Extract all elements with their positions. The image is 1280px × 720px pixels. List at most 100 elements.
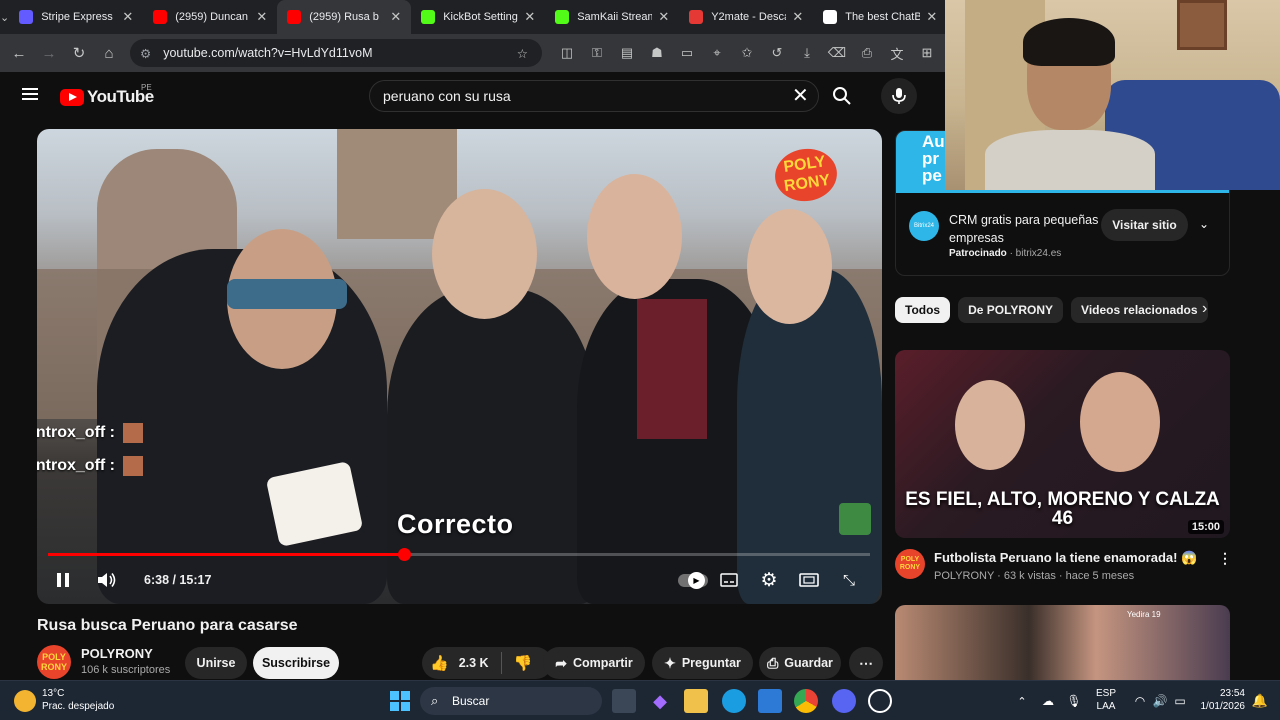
chip-from-channel[interactable]: De POLYRONY (958, 297, 1064, 323)
related-channel-avatar[interactable]: POLY RONY (895, 549, 925, 579)
copilot-icon[interactable]: ◆ (648, 689, 672, 713)
search-input[interactable]: peruano con su rusa (369, 80, 819, 112)
site-info-icon[interactable]: ⚙ (140, 46, 151, 61)
apps-icon[interactable]: ⊞ (912, 45, 942, 61)
edge-icon[interactable] (722, 689, 746, 713)
search-icon (833, 87, 851, 105)
extensions-icon[interactable]: ◫ (552, 45, 582, 61)
tab-search-button[interactable]: ⌄ (0, 0, 9, 34)
menu-icon[interactable] (22, 88, 38, 100)
address-bar[interactable]: ⚙ youtube.com/watch?v=HvLdYd11voM ☆ (130, 39, 542, 67)
visit-site-button[interactable]: Visitar sitio (1101, 209, 1188, 241)
notification-bell-icon[interactable]: 🔔 (1248, 689, 1272, 713)
delete-icon[interactable]: ⌫ (822, 45, 852, 61)
ask-button[interactable]: ✦ Preguntar (652, 647, 753, 679)
weather-widget[interactable]: 13°C Prac. despejado (14, 688, 114, 712)
tab-close-icon[interactable]: ✕ (122, 9, 133, 25)
subtitles-button[interactable] (717, 565, 741, 595)
location-icon[interactable]: ⌖ (702, 45, 732, 61)
taskbar-search[interactable]: ⌕ Buscar (420, 687, 602, 715)
language-indicator[interactable]: ESP LAA (1096, 687, 1116, 713)
start-button[interactable] (388, 689, 412, 713)
video-player[interactable]: POLYRONY antrox_off : antrox_off : Corre… (37, 129, 882, 604)
store-icon[interactable] (758, 689, 782, 713)
system-clock[interactable]: 23:54 1/01/2026 (1200, 687, 1246, 713)
chevron-down-icon[interactable]: ⌄ (1199, 217, 1209, 231)
search-button[interactable] (820, 80, 864, 112)
browser-tab[interactable]: Stripe Express ✕ (9, 0, 143, 34)
related-video-thumbnail[interactable]: ES FIEL, ALTO, MORENO Y CALZA 46 15:00 (895, 350, 1230, 538)
favorites-icon[interactable]: ✩ (732, 45, 762, 61)
key-icon[interactable]: ⚿ (582, 45, 612, 61)
back-icon[interactable]: ← (4, 45, 34, 62)
browser-tab[interactable]: (2959) Duncan D ✕ (143, 0, 277, 34)
channel-avatar[interactable]: POLY RONY (37, 645, 71, 679)
ad-sponsored-label: Patrocinado (949, 248, 1007, 259)
file-explorer-icon[interactable] (684, 689, 708, 713)
tab-close-icon[interactable]: ✕ (926, 9, 937, 25)
reader-icon[interactable]: ▤ (612, 45, 642, 61)
network-tray-icon[interactable]: ☁ (1036, 689, 1060, 713)
home-icon[interactable]: ⌂ (94, 45, 124, 62)
browser-tab[interactable]: SamKaii Stream ✕ (545, 0, 679, 34)
robot-icon[interactable]: ☗ (642, 45, 672, 61)
reload-icon[interactable]: ↻ (64, 44, 94, 62)
like-count[interactable]: 2.3 K (459, 656, 489, 670)
related-video-title[interactable]: Futbolista Peruano la tiene enamorada! 😱 (934, 550, 1204, 566)
bookmark-star-icon[interactable]: ☆ (517, 46, 528, 61)
browser-tab[interactable]: Y2mate - Descar ✕ (679, 0, 813, 34)
temperature: 13°C (42, 688, 65, 699)
card-icon[interactable]: ▭ (672, 45, 702, 61)
tab-close-icon[interactable]: ✕ (658, 9, 669, 25)
fullscreen-button[interactable]: ⤡ (837, 565, 861, 595)
print-icon[interactable]: ⎙ (852, 45, 882, 61)
chrome-icon[interactable] (794, 689, 818, 713)
task-view-icon[interactable] (612, 689, 636, 713)
save-button[interactable]: ⎙ Guardar (759, 647, 841, 679)
chip-all[interactable]: Todos (895, 297, 951, 323)
forward-icon[interactable]: → (34, 45, 64, 62)
browser-tab[interactable]: KickBot Settings ✕ (411, 0, 545, 34)
tab-title: Stripe Express (41, 11, 113, 23)
battery-icon[interactable]: ▭ (1168, 689, 1192, 713)
clear-search-icon[interactable]: ✕ (792, 86, 809, 106)
subscribe-button[interactable]: Suscribirse (253, 647, 339, 679)
history-icon[interactable]: ↺ (762, 45, 792, 61)
youtube-logo[interactable]: YouTube (60, 87, 154, 107)
ad-title[interactable]: CRM gratis para pequeñas empresas (949, 211, 1099, 247)
progress-bar[interactable] (48, 548, 870, 561)
like-icon[interactable]: 👍 (430, 654, 449, 672)
more-actions-button[interactable]: ⋯ (849, 647, 883, 679)
tab-close-icon[interactable]: ✕ (524, 9, 535, 25)
discord-icon[interactable] (832, 689, 856, 713)
theater-mode-button[interactable] (797, 565, 821, 595)
download-icon[interactable]: ⤓ (792, 45, 822, 61)
browser-tab[interactable]: (2959) Rusa b ✕ (277, 0, 412, 34)
chat-emote (123, 456, 143, 476)
related-video-thumbnail-2[interactable]: Yedira 19 (895, 605, 1230, 680)
pause-button[interactable] (51, 565, 75, 595)
more-vert-icon[interactable]: ⋮ (1218, 550, 1232, 567)
chevron-right-icon[interactable]: › (1202, 300, 1207, 318)
translate-icon[interactable]: 文 (882, 44, 912, 63)
autoplay-toggle[interactable]: ▶ (677, 565, 709, 595)
tab-close-icon[interactable]: ✕ (390, 9, 401, 25)
chevron-up-icon[interactable]: ⌃ (1010, 689, 1034, 713)
volume-button[interactable] (95, 565, 119, 595)
share-button[interactable]: ➦ Compartir (543, 647, 645, 679)
browser-tab[interactable]: The best ChatBo ✕ (813, 0, 947, 34)
tab-close-icon[interactable]: ✕ (792, 9, 803, 25)
app-icon[interactable] (868, 689, 892, 713)
microphone-tray-icon[interactable]: 🎙 (1062, 689, 1086, 713)
page-scrollbar[interactable] (1268, 190, 1280, 680)
person-2 (387, 289, 597, 604)
settings-button[interactable]: ⚙ (757, 565, 781, 595)
channel-name[interactable]: POLYRONY (81, 646, 153, 661)
voice-search-button[interactable] (881, 78, 917, 114)
webcam-hair (1023, 18, 1115, 66)
tab-close-icon[interactable]: ✕ (256, 9, 267, 25)
join-button[interactable]: Unirse (185, 647, 247, 679)
channel-watermark[interactable] (839, 503, 871, 535)
chip-related[interactable]: Videos relacionados (1071, 297, 1208, 323)
dislike-icon[interactable]: 👎 (514, 654, 533, 672)
